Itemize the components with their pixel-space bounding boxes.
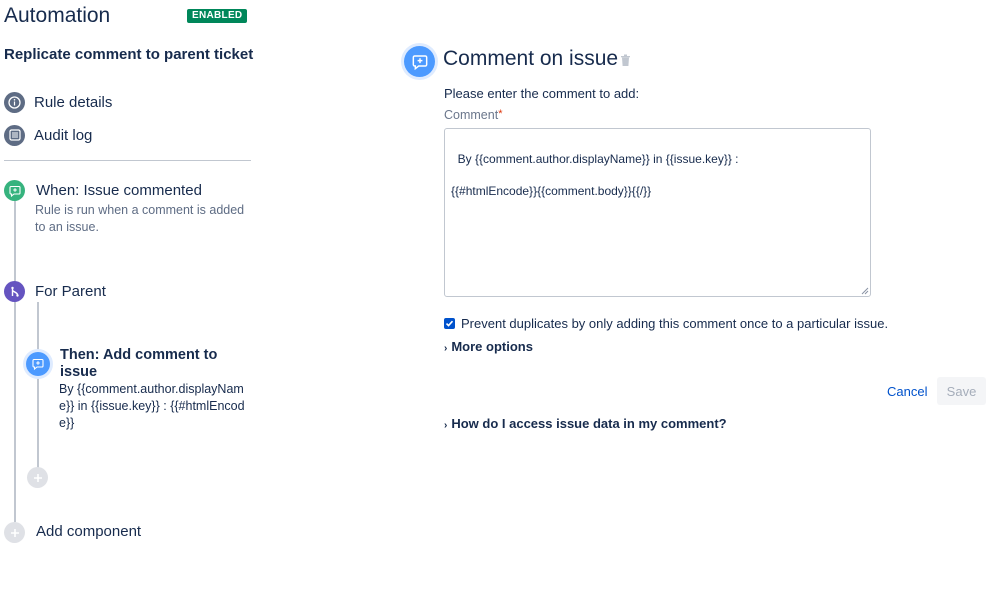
comment-prompt: Please enter the comment to add: bbox=[444, 86, 640, 101]
app-title: Automation bbox=[4, 4, 111, 27]
nav-rule-details-label: Rule details bbox=[34, 93, 113, 111]
comment-textarea[interactable]: By {{comment.author.displayName}} in {{i… bbox=[444, 128, 871, 297]
flow-connector-branch bbox=[37, 302, 39, 470]
resize-grip-icon[interactable] bbox=[861, 287, 869, 295]
add-component-label[interactable]: Add component bbox=[36, 523, 141, 540]
panel-title: Comment on issue bbox=[443, 47, 619, 70]
action-description: By {{comment.author.displayName}} in {{i… bbox=[59, 382, 245, 430]
prevent-duplicates-label[interactable]: Prevent duplicates by only adding this c… bbox=[461, 316, 888, 331]
branch-node-icon[interactable] bbox=[4, 281, 25, 302]
branch-title[interactable]: For Parent bbox=[35, 283, 106, 300]
add-component-button[interactable] bbox=[4, 522, 25, 543]
comment-icon bbox=[8, 185, 21, 197]
trigger-description: Rule is run when a comment is added to a… bbox=[35, 203, 245, 234]
prevent-duplicates-checkbox[interactable] bbox=[444, 318, 455, 329]
sidebar-divider bbox=[4, 160, 251, 161]
help-link-label: How do I access issue data in my comment… bbox=[451, 416, 727, 431]
comment-label-text: Comment bbox=[444, 108, 499, 122]
action-node-icon[interactable] bbox=[26, 352, 50, 376]
rule-name: Replicate comment to parent ticket bbox=[4, 46, 254, 63]
status-badge: ENABLED bbox=[187, 9, 248, 23]
comment-icon bbox=[412, 54, 427, 70]
trigger-node-icon[interactable] bbox=[4, 180, 25, 201]
nav-audit-log[interactable]: Audit log bbox=[4, 124, 92, 146]
chevron-right-icon: › bbox=[444, 420, 448, 431]
help-link[interactable]: › How do I access issue data in my commen… bbox=[444, 416, 727, 431]
branch-icon bbox=[10, 286, 19, 297]
comment-textarea-value: By {{comment.author.displayName}} in {{i… bbox=[451, 152, 739, 198]
plus-icon bbox=[33, 473, 42, 482]
comment-icon bbox=[32, 358, 44, 370]
more-options-toggle[interactable]: › More options bbox=[444, 339, 533, 354]
trigger-title[interactable]: When: Issue commented bbox=[36, 182, 202, 199]
info-icon bbox=[4, 91, 25, 113]
list-icon bbox=[4, 124, 25, 146]
more-options-label: More options bbox=[451, 339, 533, 354]
plus-icon bbox=[10, 528, 19, 537]
comment-field-label: Comment* bbox=[444, 108, 502, 122]
cancel-button[interactable]: Cancel bbox=[878, 377, 936, 405]
action-title[interactable]: Then: Add comment to issue bbox=[60, 347, 250, 381]
checkmark-icon bbox=[445, 320, 454, 327]
add-branch-component-button[interactable] bbox=[27, 467, 48, 488]
save-button[interactable]: Save bbox=[937, 377, 986, 405]
required-marker: * bbox=[498, 108, 503, 120]
nav-rule-details[interactable]: Rule details bbox=[4, 91, 112, 113]
nav-audit-log-label: Audit log bbox=[34, 126, 93, 144]
trash-icon[interactable] bbox=[620, 54, 632, 68]
flow-connector-main bbox=[14, 200, 16, 522]
panel-comment-icon bbox=[404, 46, 435, 77]
chevron-right-icon: › bbox=[444, 343, 448, 354]
